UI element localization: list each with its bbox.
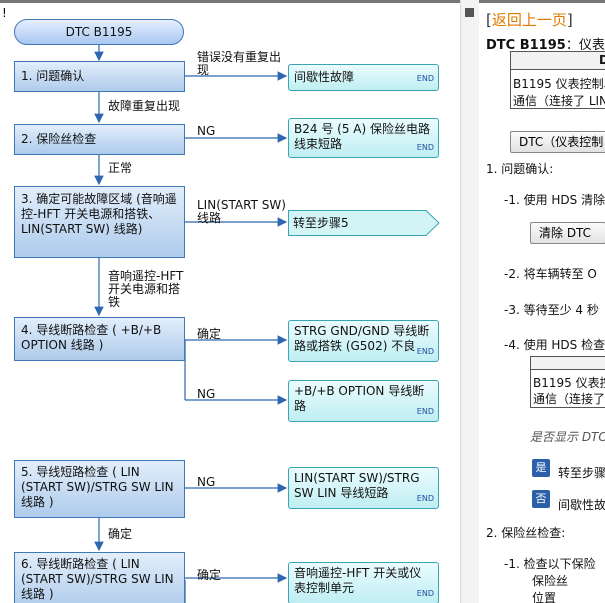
end-tag: END bbox=[416, 74, 434, 83]
result-text: LIN(START SW)/STRG SW LIN 导线短路 bbox=[294, 471, 420, 500]
dtc-table: D B1195 仪表控制单 通信（连接了 LIN bbox=[510, 51, 605, 109]
step-1-3: -3. 等待至少 4 秒 bbox=[504, 303, 599, 317]
flow-step-6[interactable]: 6. 导线断路检查 ( LIN (START SW)/STRG SW LIN 线… bbox=[14, 552, 185, 603]
document-panel[interactable]: [返回上一页] DTC B1195：仪表 D B1195 仪表控制单 通信（连接… bbox=[478, 0, 605, 603]
flowchart-panel[interactable]: DTC B1195 1. 问题确认 2. 保险丝检查 3. 确定可能故障区域 (… bbox=[0, 0, 460, 603]
end-tag: END bbox=[416, 143, 434, 152]
step-2-1: -1. 检查以下保险 bbox=[504, 557, 596, 571]
result-text: 转至步骤5 bbox=[293, 215, 349, 230]
flow-step-5[interactable]: 5. 导线短路检查 ( LIN (START SW)/STRG SW LIN 线… bbox=[14, 460, 185, 518]
result-text: +B/+B OPTION 导线断路 bbox=[294, 384, 425, 413]
end-tag: END bbox=[416, 589, 434, 598]
step-1-4: -4. 使用 HDS 检查 bbox=[504, 338, 605, 352]
label-not-repeated: 错误没有重复出现 bbox=[197, 50, 282, 77]
label-power-ground: 音响遥控-HFT 开关电源和搭铁 bbox=[108, 269, 184, 309]
table-cell: B1195 仪表控 bbox=[533, 376, 605, 390]
flow-step-3[interactable]: 3. 确定可能故障区域 (音响遥控-HFT 开关电源和搭铁、LIN(START … bbox=[14, 186, 185, 258]
splitter-grip-icon[interactable] bbox=[465, 8, 474, 17]
flow-result-switch-unit[interactable]: 音响遥控-HFT 开关或仪表控制单元 END bbox=[288, 562, 439, 603]
end-tag: END bbox=[416, 494, 434, 503]
result-text: B24 号 (5 A) 保险丝电路线束短路 bbox=[294, 122, 430, 151]
flow-result-b-option-open[interactable]: +B/+B OPTION 导线断路 END bbox=[288, 380, 439, 422]
label-normal: 正常 bbox=[108, 161, 133, 175]
table-cell: 通信（连接了 bbox=[533, 392, 605, 406]
yes-text: 转至步骤 bbox=[558, 466, 605, 480]
back-link[interactable]: 返回上一页 bbox=[492, 11, 567, 29]
bracket: ] bbox=[566, 11, 573, 29]
yes-icon[interactable]: 是 bbox=[532, 459, 550, 477]
table-cell: 通信（连接了 LIN bbox=[513, 94, 605, 108]
step-2-heading: 2. 保险丝检查: bbox=[486, 526, 566, 540]
question-text: 是否显示 DTC bbox=[530, 430, 605, 444]
label-ok: 确定 bbox=[197, 327, 222, 341]
flow-result-fuse-short[interactable]: B24 号 (5 A) 保险丝电路线束短路 END bbox=[288, 118, 439, 158]
flow-result-lin-short[interactable]: LIN(START SW)/STRG SW LIN 导线短路 END bbox=[288, 467, 439, 509]
flow-result-goto-step5[interactable]: 转至步骤5 bbox=[288, 210, 440, 236]
label-ng: NG bbox=[197, 124, 216, 138]
flow-step-2[interactable]: 2. 保险丝检查 bbox=[14, 124, 185, 155]
dtc-button[interactable]: DTC（仪表控制 bbox=[510, 131, 605, 153]
step-1-2: -2. 将车辆转至 O bbox=[504, 267, 597, 281]
no-icon[interactable]: 否 bbox=[532, 490, 550, 508]
panel-splitter[interactable] bbox=[460, 0, 479, 603]
end-tag: END bbox=[416, 347, 434, 356]
flow-result-ground-open[interactable]: STRG GND/GND 导线断路或搭铁 (G502) 不良 END bbox=[288, 320, 439, 362]
flow-start[interactable]: DTC B1195 bbox=[14, 19, 184, 45]
result-text: STRG GND/GND 导线断路或搭铁 (G502) 不良 bbox=[294, 324, 430, 353]
step-1-heading: 1. 问题确认: bbox=[486, 162, 554, 176]
table-header: D bbox=[599, 53, 605, 67]
result-text: 音响遥控-HFT 开关或仪表控制单元 bbox=[294, 566, 422, 595]
label-ok: 确定 bbox=[197, 568, 222, 582]
result-text: 间歇性故障 bbox=[294, 70, 355, 84]
label-ng: NG bbox=[197, 475, 216, 489]
step-1-1: -1. 使用 HDS 清除 bbox=[504, 193, 605, 207]
label-ok: 确定 bbox=[108, 527, 133, 541]
label-repeated: 故障重复出现 bbox=[108, 99, 181, 113]
flow-step-4[interactable]: 4. 导线断路检查 ( +B/+B OPTION 线路 ) bbox=[14, 317, 185, 361]
label-lin-line: LIN(START SW) 线路 bbox=[197, 198, 286, 225]
back-link-row: [返回上一页] bbox=[486, 9, 573, 30]
flow-step-1[interactable]: 1. 问题确认 bbox=[14, 61, 185, 92]
flow-result-intermittent[interactable]: 间歇性故障 END bbox=[288, 64, 439, 91]
result-table: B1195 仪表控 通信（连接了 bbox=[530, 356, 605, 408]
fuse-label: 保险丝 bbox=[532, 574, 569, 588]
table-cell: B1195 仪表控制单 bbox=[513, 77, 605, 91]
no-text: 间歇性故 bbox=[558, 498, 605, 512]
position-label: 位置 bbox=[532, 591, 557, 603]
clear-dtc-button[interactable]: 清除 DTC bbox=[530, 222, 605, 244]
end-tag: END bbox=[416, 407, 434, 416]
label-ng: NG bbox=[197, 387, 216, 401]
